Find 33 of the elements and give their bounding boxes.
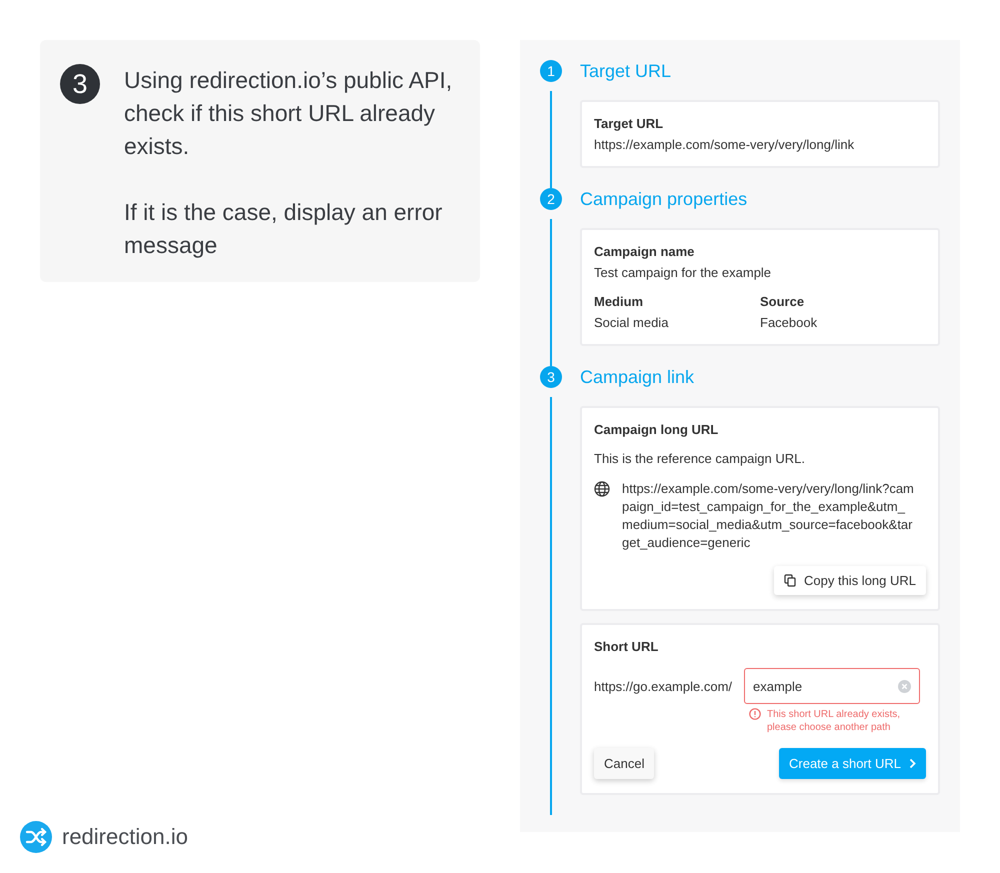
copy-button[interactable]: Copy this long URL <box>774 566 926 595</box>
step-badge: 3 <box>60 64 100 104</box>
url-prefix: https://go.example.com/ <box>594 678 732 694</box>
field-label: Medium <box>594 294 644 309</box>
field-label: Source <box>760 294 806 309</box>
field-value: Social media <box>594 315 670 330</box>
field-label: Target URL <box>594 116 664 131</box>
step-number: 2 <box>540 188 562 210</box>
description-text: This is the reference campaign URL. <box>594 451 806 466</box>
field-value: Facebook <box>760 315 818 330</box>
logo-text: redirection.io <box>62 824 188 850</box>
instruction-text: If it is the case, display an error message <box>124 198 444 260</box>
card-title: Campaign long URL <box>594 422 720 437</box>
error-icon <box>749 708 761 720</box>
card-title: Short URL <box>594 639 660 654</box>
step-title: Target URL <box>580 60 672 82</box>
field-value: Test campaign for the example <box>594 265 772 280</box>
short-url-field[interactable]: example <box>744 668 920 704</box>
copy-icon <box>784 574 796 587</box>
shuffle-logo-icon <box>20 821 52 853</box>
step-title: Campaign link <box>580 366 696 388</box>
step-title: Campaign properties <box>580 188 748 210</box>
field-value: https://example.com/some-very/very/long/link <box>594 137 856 152</box>
instruction-text: Using redirection.io’s public API, check if this short URL already exists. <box>124 66 454 161</box>
chevron-icon <box>909 758 916 769</box>
field-label: Campaign name <box>594 244 696 259</box>
globe-icon <box>594 481 610 497</box>
step-number: 1 <box>540 60 562 82</box>
step-number: 3 <box>540 366 562 388</box>
clear-icon[interactable] <box>898 680 912 692</box>
long-url-text: https://example.com/some-very/very/long/link?campaign_id=test_campaign_for_the_example&utm_medium=social_media&utm_source=facebook&target_audience=generic <box>622 480 914 552</box>
cancel-button[interactable]: Cancel <box>594 748 654 779</box>
error-message: This short URL already exists, please choose another path <box>767 708 902 734</box>
